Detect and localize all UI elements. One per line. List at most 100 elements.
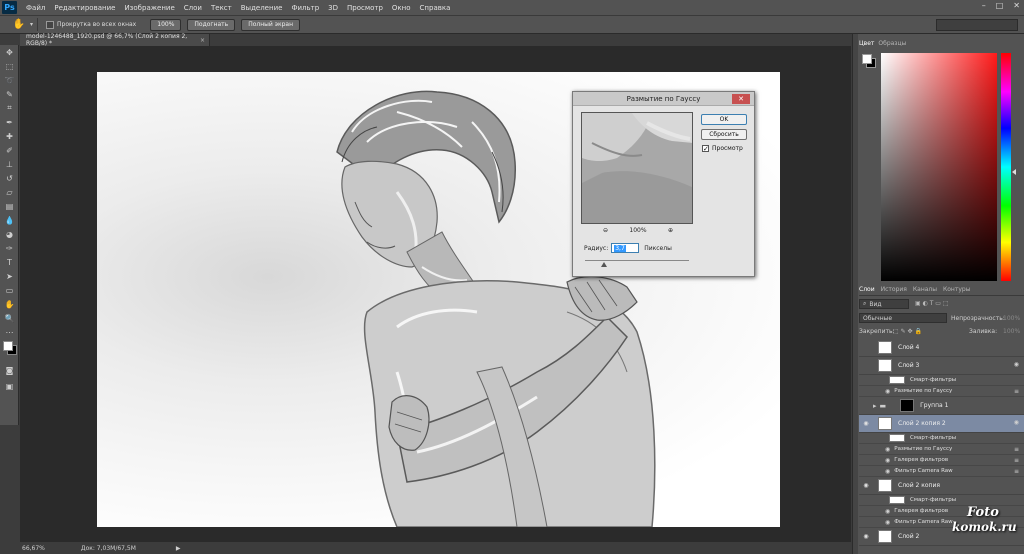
layer-row[interactable]: ▸ ▬ Группа 1: [859, 397, 1024, 415]
layer-row[interactable]: Слой 4: [859, 339, 1024, 357]
preview-checkbox-box[interactable]: ✓: [702, 145, 709, 153]
minimize-icon[interactable]: –: [982, 1, 986, 10]
filter-visibility-icon[interactable]: ◉: [885, 457, 890, 464]
scroll-all-checkbox[interactable]: [46, 20, 55, 29]
layer-row[interactable]: ◉ Слой 2 копия: [859, 477, 1024, 495]
filter-row[interactable]: ◉ Галерея фильтров ≡: [859, 455, 1024, 466]
zoom-out-icon[interactable]: ⊖: [603, 227, 608, 234]
menu-edit[interactable]: Редактирование: [54, 4, 115, 12]
smart-object-icon[interactable]: ◉: [1014, 361, 1019, 368]
status-menu-arrow-icon[interactable]: ▶: [176, 545, 181, 552]
tab-paths[interactable]: Контуры: [943, 286, 970, 295]
layer-filter-kind[interactable]: ⌕ Вид: [859, 299, 909, 309]
visibility-toggle[interactable]: [861, 343, 871, 353]
healing-tool-icon[interactable]: ✚: [0, 129, 19, 143]
ok-button[interactable]: OK: [701, 114, 747, 125]
radius-slider-track[interactable]: [585, 260, 689, 261]
filter-visibility-icon[interactable]: ◉: [885, 508, 890, 515]
more-tools-icon[interactable]: ⋯: [0, 325, 19, 339]
filter-options-icon[interactable]: ≡: [1014, 446, 1019, 453]
hue-slider[interactable]: [1001, 53, 1011, 281]
panel-collapse-strip[interactable]: [853, 34, 858, 554]
reset-button[interactable]: Сбросить: [701, 129, 747, 140]
filter-options-icon[interactable]: ≡: [1014, 468, 1019, 475]
filter-visibility-icon[interactable]: ◉: [885, 388, 890, 395]
filter-visibility-icon[interactable]: ◉: [885, 446, 890, 453]
menu-layers[interactable]: Слои: [184, 4, 202, 12]
visibility-toggle[interactable]: [861, 401, 871, 411]
zoom-100-button[interactable]: 100%: [150, 18, 182, 31]
foreground-color-swatch[interactable]: [3, 341, 13, 351]
menu-filter[interactable]: Фильтр: [291, 4, 319, 12]
quick-mask-icon[interactable]: ◙: [0, 363, 19, 377]
preview-checkbox[interactable]: ✓ Просмотр: [702, 145, 743, 153]
opacity-value[interactable]: 100%: [1003, 315, 1020, 322]
crop-tool-icon[interactable]: ⌗: [0, 101, 19, 115]
group-chevron-icon[interactable]: ▸: [873, 402, 877, 410]
quick-select-tool-icon[interactable]: ✎: [0, 87, 19, 101]
menu-image[interactable]: Изображение: [124, 4, 174, 12]
tab-channels[interactable]: Каналы: [913, 286, 937, 295]
visibility-eye-icon[interactable]: ◉: [861, 481, 871, 491]
filter-row[interactable]: ◉ Размытие по Гауссу ≡: [859, 444, 1024, 455]
fullscreen-button[interactable]: Полный экран: [241, 18, 301, 31]
menu-window[interactable]: Окно: [392, 4, 411, 12]
history-brush-tool-icon[interactable]: ↺: [0, 171, 19, 185]
menu-file[interactable]: Файл: [26, 4, 45, 12]
gradient-tool-icon[interactable]: ▤: [0, 199, 19, 213]
filter-visibility-icon[interactable]: ◉: [885, 519, 890, 526]
radius-slider-thumb[interactable]: [601, 262, 607, 267]
blend-mode-select[interactable]: Обычные: [859, 313, 947, 323]
status-zoom[interactable]: 66,67%: [22, 545, 45, 552]
menu-select[interactable]: Выделение: [241, 4, 283, 12]
filter-options-icon[interactable]: ≡: [1014, 457, 1019, 464]
eyedropper-tool-icon[interactable]: ✒: [0, 115, 19, 129]
hue-slider-arrow-icon[interactable]: [1012, 169, 1016, 175]
smart-object-icon[interactable]: ◉: [1014, 419, 1019, 426]
close-icon[interactable]: ✕: [1013, 1, 1020, 10]
path-select-tool-icon[interactable]: ➤: [0, 269, 19, 283]
visibility-eye-icon[interactable]: ◉: [861, 532, 871, 542]
blur-tool-icon[interactable]: 💧: [0, 213, 19, 227]
filter-visibility-icon[interactable]: ◉: [885, 468, 890, 475]
filter-row[interactable]: ◉ Фильтр Camera Raw ≡: [859, 466, 1024, 477]
filter-row[interactable]: ◉ Размытие по Гауссу ≡: [859, 386, 1024, 397]
eraser-tool-icon[interactable]: ▱: [0, 185, 19, 199]
panel-foreground-swatch[interactable]: [862, 54, 872, 64]
tab-color[interactable]: Цвет: [859, 40, 874, 47]
layer-filter-icons[interactable]: ▣ ◐ T ▭ ⬚: [915, 300, 949, 307]
dodge-tool-icon[interactable]: ◕: [0, 227, 19, 241]
shape-tool-icon[interactable]: ▭: [0, 283, 19, 297]
smart-filters-row[interactable]: Смарт-фильтры: [859, 433, 1024, 444]
brush-tool-icon[interactable]: ✐: [0, 143, 19, 157]
dialog-title-bar[interactable]: Размытие по Гауссу ✕: [573, 92, 754, 106]
color-picker-field[interactable]: [881, 53, 997, 281]
lasso-tool-icon[interactable]: ➰: [0, 73, 19, 87]
layer-row[interactable]: Слой 3 ◉: [859, 357, 1024, 375]
tab-history[interactable]: История: [881, 286, 907, 295]
tab-layers[interactable]: Слои: [859, 286, 875, 295]
layer-row-selected[interactable]: ◉ Слой 2 копия 2 ◉: [859, 415, 1024, 433]
tool-preset-dropdown-icon[interactable]: ▾: [30, 21, 33, 28]
visibility-eye-icon[interactable]: ◉: [861, 419, 871, 429]
zoom-tool-icon[interactable]: 🔍: [0, 311, 19, 325]
hand-tool-icon[interactable]: ✋: [0, 297, 19, 311]
hand-icon[interactable]: ✋: [8, 17, 30, 32]
marquee-tool-icon[interactable]: ⬚: [0, 59, 19, 73]
zoom-in-icon[interactable]: ⊕: [668, 227, 673, 234]
visibility-toggle[interactable]: [861, 361, 871, 371]
smart-filters-row[interactable]: Смарт-фильтры: [859, 375, 1024, 386]
fit-screen-button[interactable]: Подогнать: [187, 18, 236, 31]
close-document-icon[interactable]: ×: [200, 37, 205, 44]
menu-help[interactable]: Справка: [420, 4, 451, 12]
tab-swatches[interactable]: Образцы: [878, 40, 906, 47]
screen-mode-icon[interactable]: ▣: [0, 379, 19, 393]
fill-value[interactable]: 100%: [1003, 328, 1020, 335]
menu-3d[interactable]: 3D: [328, 4, 338, 12]
maximize-icon[interactable]: □: [996, 1, 1004, 10]
pen-tool-icon[interactable]: ✑: [0, 241, 19, 255]
radius-input[interactable]: 3,7: [611, 243, 640, 253]
menu-view[interactable]: Просмотр: [347, 4, 383, 12]
lock-icons[interactable]: ⬚ ✎ ✥ 🔒: [893, 328, 922, 335]
dialog-close-button[interactable]: ✕: [732, 94, 750, 104]
